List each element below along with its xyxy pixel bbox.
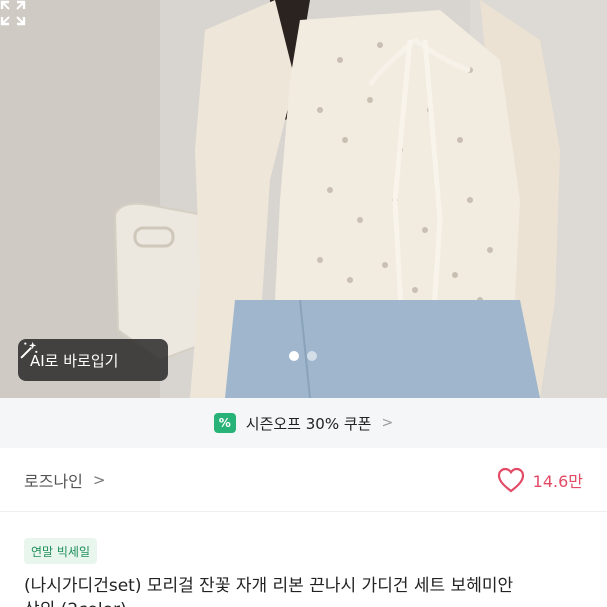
chevron-right-icon[interactable]: > bbox=[93, 471, 106, 489]
magic-wand-icon bbox=[20, 341, 38, 359]
coupon-icon: % bbox=[213, 413, 236, 433]
chevron-right-icon: > bbox=[381, 415, 394, 431]
promo-tag: 연말 빅세일 bbox=[24, 538, 98, 564]
coupon-label: 시즌오프 30% 쿠폰 bbox=[245, 414, 372, 433]
product-image[interactable]: AI로 바로입기 bbox=[0, 0, 607, 398]
carousel-dot[interactable] bbox=[307, 351, 317, 361]
product-title-continued: 상의 (2color) bbox=[24, 598, 594, 607]
shop-row: 로즈나인 > 14.6만 bbox=[0, 448, 607, 512]
product-title: (나시가디건set) 모리걸 잔꽃 자개 리본 끈나시 가디건 세트 보헤미안 bbox=[24, 576, 514, 596]
like-count: 14.6만 bbox=[532, 471, 583, 491]
expand-icon[interactable] bbox=[0, 0, 26, 26]
ai-try-on-label: AI로 바로입기 bbox=[30, 351, 119, 370]
coupon-banner[interactable]: % 시즌오프 30% 쿠폰 > bbox=[0, 398, 607, 448]
heart-icon bbox=[497, 467, 524, 492]
like-button[interactable]: 14.6만 bbox=[497, 467, 583, 493]
shop-name[interactable]: 로즈나인 bbox=[24, 468, 83, 492]
carousel-dot[interactable] bbox=[289, 351, 299, 361]
ai-try-on-button[interactable]: AI로 바로입기 bbox=[18, 339, 168, 381]
carousel-indicator bbox=[289, 351, 317, 361]
